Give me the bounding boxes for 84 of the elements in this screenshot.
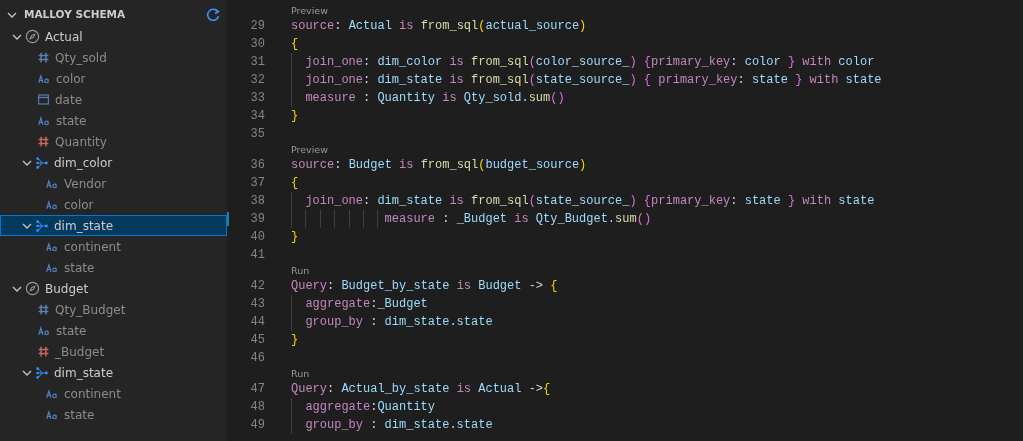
code-line: source: Actual is from_sql(actual_source) <box>291 18 587 35</box>
line-number: 31 <box>249 54 265 71</box>
tree-item[interactable]: color <box>0 194 227 215</box>
hash-icon <box>37 51 50 64</box>
line-number: 34 <box>249 108 265 125</box>
code-line: join_one: dim_state is from_sql(state_source_) { primary_key: state } with state <box>291 71 882 89</box>
panel-title: MALLOY SCHEMA <box>24 7 127 23</box>
text-type-icon <box>45 261 59 274</box>
join-icon <box>35 218 49 233</box>
tree-item[interactable]: Qty_Budget <box>0 299 227 320</box>
text-type-icon <box>45 198 59 211</box>
tree-item[interactable]: Budget <box>0 278 227 299</box>
join-icon <box>35 365 49 380</box>
tree-item[interactable]: dim_state <box>0 362 227 383</box>
line-number: 39 <box>249 211 265 228</box>
refresh-icon[interactable] <box>205 7 221 23</box>
tree-item[interactable]: Actual <box>0 26 227 47</box>
code-line: aggregate:Quantity <box>291 398 435 416</box>
code-line: group_by : dim_state.state <box>291 416 493 434</box>
change-marker <box>227 212 229 226</box>
code-line: measure : _Budget is Qty_Budget.sum() <box>291 210 652 228</box>
text-type-icon <box>37 324 51 337</box>
line-number: 35 <box>249 126 265 143</box>
line-number: 32 <box>249 72 265 89</box>
line-number: 47 <box>249 381 265 398</box>
text-type-icon <box>45 177 59 190</box>
tree-item[interactable]: date <box>0 89 227 110</box>
tree-item[interactable]: dim_state <box>0 215 227 236</box>
tree-item[interactable]: continent <box>0 236 227 257</box>
line-number: 30 <box>249 36 265 53</box>
code-line: Query: Budget_by_state is Budget -> { <box>291 278 558 295</box>
line-number: 40 <box>249 229 265 246</box>
code-line: measure : Quantity is Qty_sold.sum() <box>291 89 565 107</box>
text-type-icon <box>37 72 51 85</box>
line-number: 44 <box>249 314 265 331</box>
tree-item[interactable]: state <box>0 404 227 425</box>
text-type-icon <box>37 114 51 127</box>
tree-item[interactable]: color <box>0 68 227 89</box>
line-number: 38 <box>249 193 265 210</box>
line-number: 41 <box>249 247 265 264</box>
code-lens-link[interactable]: Preview <box>291 5 328 16</box>
code-line: } <box>291 332 299 349</box>
compass-icon <box>25 29 40 44</box>
line-number: 29 <box>249 18 265 35</box>
code-line: aggregate:_Budget <box>291 295 428 313</box>
code-lens-link[interactable]: Run <box>291 368 310 379</box>
line-number: 36 <box>249 157 265 174</box>
compass-icon <box>25 281 40 296</box>
code-line: group_by : dim_state.state <box>291 313 493 331</box>
code-line: } <box>291 229 299 246</box>
hash-icon <box>37 135 50 148</box>
code-line: { <box>291 175 299 192</box>
line-number: 45 <box>249 332 265 349</box>
line-number: 49 <box>249 417 265 434</box>
line-number: 48 <box>249 399 265 416</box>
text-type-icon <box>45 240 59 253</box>
text-type-icon <box>45 387 59 400</box>
tree-item[interactable]: Vendor <box>0 173 227 194</box>
code-line: join_one: dim_state is from_sql(state_source_) {primary_key: state } with state <box>291 192 875 210</box>
tree-item[interactable]: Qty_sold <box>0 47 227 68</box>
code-line: source: Budget is from_sql(budget_source) <box>291 157 587 174</box>
code-lens-link[interactable]: Run <box>291 265 310 276</box>
tree-item[interactable]: Quantity <box>0 131 227 152</box>
calendar-icon <box>37 93 50 106</box>
hash-icon <box>37 345 50 358</box>
tree-item[interactable]: dim_color <box>0 152 227 173</box>
tree-item[interactable]: continent <box>0 383 227 404</box>
tree-item[interactable]: state <box>0 257 227 278</box>
hash-icon <box>37 303 50 316</box>
code-line: join_one: dim_color is from_sql(color_source_) {primary_key: color } with color <box>291 53 875 71</box>
tree-item[interactable]: state <box>0 110 227 131</box>
join-icon <box>35 155 49 170</box>
line-number: 37 <box>249 175 265 192</box>
code-lens-link[interactable]: Preview <box>291 144 328 155</box>
line-number: 33 <box>249 90 265 107</box>
tree-item[interactable]: state <box>0 320 227 341</box>
text-type-icon <box>45 408 59 421</box>
line-number: 43 <box>249 296 265 313</box>
tree-item[interactable]: _Budget <box>0 341 227 362</box>
code-line: Query: Actual_by_state is Actual ->{ <box>291 381 551 398</box>
line-number: 42 <box>249 278 265 295</box>
code-line: } <box>291 108 299 125</box>
line-number: 46 <box>249 350 265 367</box>
code-line: { <box>291 36 299 53</box>
